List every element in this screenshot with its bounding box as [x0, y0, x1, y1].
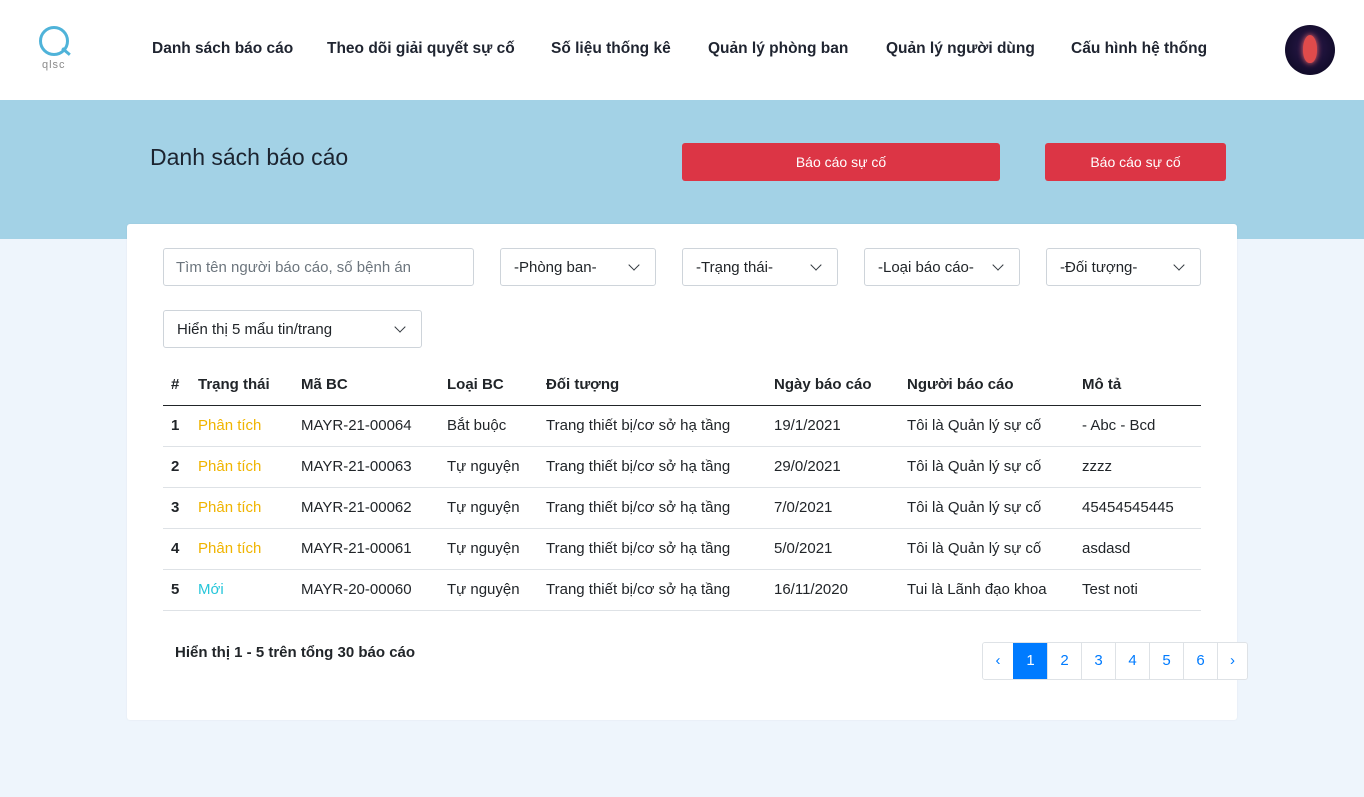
chevron-down-icon: [1173, 259, 1185, 271]
report-code[interactable]: MAYR-21-00064: [301, 405, 447, 447]
page-title: Danh sách báo cáo: [150, 144, 349, 170]
report-description: - Abc - Bcd: [1082, 405, 1201, 447]
table-row[interactable]: 4 Phân tích MAYR-21-00061 Tự nguyện Tran…: [163, 528, 1201, 570]
status-badge: Phân tích: [198, 446, 301, 488]
table-row[interactable]: 1 Phân tích MAYR-21-00064 Bắt buộc Trang…: [163, 405, 1201, 447]
reporter-name: Tôi là Quản lý sự cố: [907, 528, 1082, 570]
column-header-description[interactable]: Mô tả: [1082, 368, 1201, 406]
avatar-flame-icon: [1303, 35, 1317, 63]
report-subject: Trang thiết bị/cơ sở hạ tầng: [546, 569, 774, 611]
chevron-down-icon: [992, 259, 1004, 271]
column-header-date[interactable]: Ngày báo cáo: [774, 368, 907, 406]
search-input[interactable]: [163, 248, 474, 286]
report-type: Bắt buộc: [447, 405, 546, 447]
row-index: 1: [163, 405, 198, 447]
table-row[interactable]: 2 Phân tích MAYR-21-00063 Tự nguyện Tran…: [163, 446, 1201, 488]
row-index: 4: [163, 528, 198, 570]
report-code[interactable]: MAYR-21-00063: [301, 446, 447, 488]
subject-select-value: -Đối tượng-: [1060, 259, 1138, 276]
pagination-page-6[interactable]: 6: [1183, 643, 1217, 679]
logo-text: qlsc: [42, 59, 66, 71]
report-date: 19/1/2021: [774, 405, 907, 447]
report-type-select[interactable]: -Loại báo cáo-: [864, 248, 1020, 286]
table-header-row: # Trạng thái Mã BC Loại BC Đối tượng Ngà…: [163, 368, 1201, 406]
report-description: asdasd: [1082, 528, 1201, 570]
row-index: 3: [163, 487, 198, 529]
report-subject: Trang thiết bị/cơ sở hạ tầng: [546, 405, 774, 447]
page-size-select-value: Hiển thị 5 mẩu tin/trang: [177, 321, 333, 338]
pagination-prev-button[interactable]: ‹: [983, 643, 1013, 679]
report-description: 45454545445: [1082, 487, 1201, 529]
reporter-name: Tui là Lãnh đạo khoa: [907, 569, 1082, 611]
table-row[interactable]: 5 Mới MAYR-20-00060 Tự nguyện Trang thiế…: [163, 569, 1201, 611]
report-type: Tự nguyện: [447, 446, 546, 488]
column-header-code[interactable]: Mã BC: [301, 368, 447, 406]
nav-item-incident-tracking[interactable]: Theo dõi giải quyết sự cố: [327, 40, 515, 58]
column-header-reporter[interactable]: Người báo cáo: [907, 368, 1082, 406]
top-navbar: qlsc Danh sách báo cáo Theo dõi giải quy…: [0, 0, 1364, 100]
table-row[interactable]: 3 Phân tích MAYR-21-00062 Tự nguyện Tran…: [163, 487, 1201, 529]
status-select[interactable]: -Trạng thái-: [682, 248, 838, 286]
column-header-subject[interactable]: Đối tượng: [546, 368, 774, 406]
report-date: 29/0/2021: [774, 446, 907, 488]
nav-item-users[interactable]: Quản lý người dùng: [886, 40, 1035, 58]
report-subject: Trang thiết bị/cơ sở hạ tầng: [546, 446, 774, 488]
report-date: 7/0/2021: [774, 487, 907, 529]
reporter-name: Tôi là Quản lý sự cố: [907, 405, 1082, 447]
column-header-type[interactable]: Loại BC: [447, 368, 546, 406]
department-select-value: -Phòng ban-: [514, 259, 597, 276]
pagination-page-3[interactable]: 3: [1081, 643, 1115, 679]
pagination-page-5[interactable]: 5: [1149, 643, 1183, 679]
report-type: Tự nguyện: [447, 487, 546, 529]
department-select[interactable]: -Phòng ban-: [500, 248, 656, 286]
report-code[interactable]: MAYR-21-00061: [301, 528, 447, 570]
status-badge: Mới: [198, 569, 301, 611]
pagination: ‹ 1 2 3 4 5 6 ›: [982, 642, 1248, 680]
pagination-page-1[interactable]: 1: [1013, 643, 1047, 679]
report-type-select-value: -Loại báo cáo-: [878, 259, 974, 276]
report-date: 16/11/2020: [774, 569, 907, 611]
status-select-value: -Trạng thái-: [696, 259, 773, 276]
reporter-name: Tôi là Quản lý sự cố: [907, 487, 1082, 529]
column-header-status[interactable]: Trạng thái: [198, 368, 301, 406]
report-code[interactable]: MAYR-20-00060: [301, 569, 447, 611]
report-description: zzzz: [1082, 446, 1201, 488]
report-incident-button-secondary[interactable]: Báo cáo sự cố: [1045, 143, 1226, 181]
reporter-name: Tôi là Quản lý sự cố: [907, 446, 1082, 488]
pagination-next-button[interactable]: ›: [1217, 643, 1247, 679]
nav-item-departments[interactable]: Quản lý phòng ban: [708, 40, 848, 58]
report-subject: Trang thiết bị/cơ sở hạ tầng: [546, 487, 774, 529]
row-index: 5: [163, 569, 198, 611]
user-avatar[interactable]: [1285, 25, 1335, 75]
pagination-page-4[interactable]: 4: [1115, 643, 1149, 679]
column-header-index: #: [163, 368, 198, 406]
report-table: # Trạng thái Mã BC Loại BC Đối tượng Ngà…: [163, 368, 1201, 611]
chevron-down-icon: [628, 259, 640, 271]
report-incident-button[interactable]: Báo cáo sự cố: [682, 143, 1000, 181]
report-type: Tự nguyện: [447, 569, 546, 611]
status-badge: Phân tích: [198, 487, 301, 529]
report-code[interactable]: MAYR-21-00062: [301, 487, 447, 529]
row-index: 2: [163, 446, 198, 488]
nav-item-statistics[interactable]: Số liệu thống kê: [551, 40, 671, 58]
results-summary: Hiển thị 1 - 5 trên tổng 30 báo cáo: [175, 644, 416, 661]
report-date: 5/0/2021: [774, 528, 907, 570]
pagination-page-2[interactable]: 2: [1047, 643, 1081, 679]
nav-item-report-list[interactable]: Danh sách báo cáo: [152, 40, 293, 58]
chevron-down-icon: [394, 321, 406, 333]
status-badge: Phân tích: [198, 405, 301, 447]
report-description: Test noti: [1082, 569, 1201, 611]
page-header-banner: Danh sách báo cáo Báo cáo sự cố Báo cáo …: [0, 100, 1364, 239]
app-logo[interactable]: qlsc: [36, 26, 74, 74]
page-size-select[interactable]: Hiển thị 5 mẩu tin/trang: [163, 310, 422, 348]
chevron-down-icon: [810, 259, 822, 271]
subject-select[interactable]: -Đối tượng-: [1046, 248, 1201, 286]
report-subject: Trang thiết bị/cơ sở hạ tầng: [546, 528, 774, 570]
report-list-card: -Phòng ban- -Trạng thái- -Loại báo cáo- …: [127, 224, 1248, 720]
nav-item-system-config[interactable]: Cấu hình hệ thống: [1071, 40, 1207, 58]
report-type: Tự nguyện: [447, 528, 546, 570]
status-badge: Phân tích: [198, 528, 301, 570]
